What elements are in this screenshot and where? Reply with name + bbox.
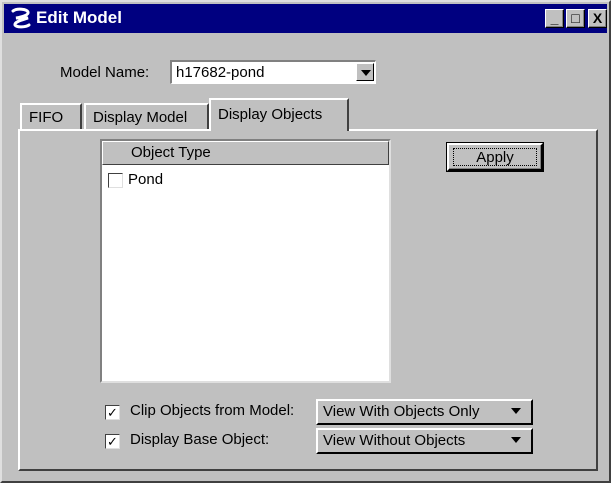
tab-label: Display Model <box>93 109 188 126</box>
model-name-dropdown-button[interactable] <box>356 63 374 81</box>
list-item[interactable]: Pond <box>106 171 306 191</box>
object-type-column-header[interactable]: Object Type <box>102 141 389 165</box>
minimize-button[interactable]: _ <box>545 9 564 28</box>
chevron-down-icon <box>511 437 521 443</box>
apply-button-label: Apply <box>453 148 537 166</box>
clip-mode-dropdown[interactable]: View With Objects Only <box>316 399 533 425</box>
tab-display-model[interactable]: Display Model <box>84 103 209 131</box>
display-base-object-label: Display Base Object: <box>130 431 270 448</box>
base-object-mode-dropdown[interactable]: View Without Objects <box>316 428 533 454</box>
tab-display-objects[interactable]: Display Objects <box>209 98 349 131</box>
close-icon: X <box>592 10 603 26</box>
clip-objects-checkbox[interactable]: ✓ <box>105 405 120 420</box>
object-type-list[interactable]: Object Type Pond <box>100 139 391 383</box>
list-item-label: Pond <box>128 171 164 188</box>
pond-checkbox[interactable] <box>108 173 123 188</box>
clip-objects-label: Clip Objects from Model: <box>130 402 295 419</box>
maximize-icon: □ <box>571 10 580 26</box>
clip-mode-value: View With Objects Only <box>323 403 480 420</box>
tab-label: FIFO <box>29 109 64 126</box>
close-button[interactable]: X <box>588 9 607 28</box>
base-object-mode-value: View Without Objects <box>323 432 466 449</box>
model-name-value: h17682-pond <box>176 64 265 81</box>
maximize-button[interactable]: □ <box>566 9 585 28</box>
apply-button[interactable]: Apply <box>447 143 543 171</box>
window-title: Edit Model <box>36 8 122 27</box>
edit-model-window: Edit Model _ □ X Model Name: h17682-pond… <box>0 0 611 483</box>
display-base-object-checkbox[interactable]: ✓ <box>105 434 120 449</box>
model-name-dropdown[interactable]: h17682-pond <box>170 60 376 84</box>
tab-label: Display Objects <box>218 106 323 123</box>
minimize-icon: _ <box>550 10 559 26</box>
column-header-label: Object Type <box>131 144 211 161</box>
model-name-label: Model Name: <box>60 64 150 81</box>
tab-fifo[interactable]: FIFO <box>20 103 82 131</box>
chevron-down-icon <box>511 408 521 414</box>
title-bar[interactable]: Edit Model _ □ X <box>4 4 607 33</box>
app-logo-icon <box>11 7 31 29</box>
chevron-down-icon <box>361 70 371 76</box>
